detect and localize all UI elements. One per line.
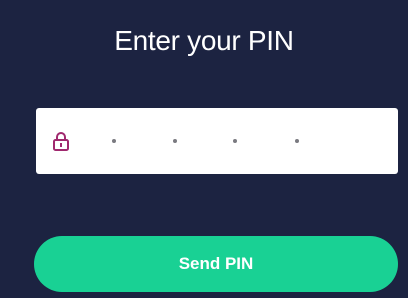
pin-dot bbox=[173, 139, 177, 143]
pin-dot bbox=[295, 139, 299, 143]
send-pin-button[interactable]: Send PIN bbox=[34, 236, 398, 292]
pin-dot bbox=[112, 139, 116, 143]
pin-entry-screen: Enter your PIN Send PIN bbox=[0, 0, 408, 298]
lock-icon bbox=[52, 131, 70, 151]
page-title: Enter your PIN bbox=[114, 25, 294, 56]
pin-input[interactable] bbox=[36, 108, 398, 174]
pin-dot bbox=[233, 139, 237, 143]
